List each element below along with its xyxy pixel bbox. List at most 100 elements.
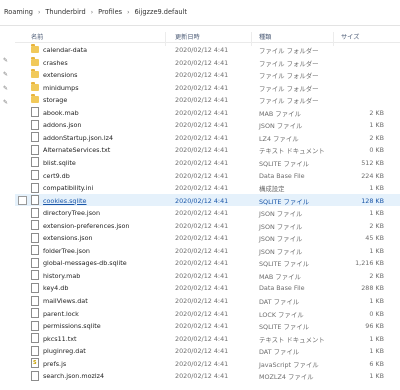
file-type: ファイル フォルダー [259, 47, 319, 55]
file-row[interactable]: directoryTree.json 2020/02/12 4:41 JSON ファ… [15, 206, 400, 219]
row-checkbox[interactable] [18, 195, 27, 205]
file-size: 0 KB [369, 309, 384, 318]
file-row[interactable]: pluginreg.dat 2020/02/12 4:41 DAT ファイル 1 KB [15, 344, 400, 357]
file-name: crashes [43, 58, 68, 67]
file-size: 2 KB [369, 271, 384, 280]
file-size: 128 KB [361, 196, 384, 205]
file-name: search.json.mozlz4 [43, 372, 105, 381]
file-name: mailViews.dat [43, 297, 88, 305]
column-header-size[interactable]: サイズ [341, 32, 359, 41]
folder-icon [31, 56, 39, 66]
file-size: 2 KB [369, 221, 384, 230]
breadcrumb: Roaming › Thunderbird › Profiles › 6ijgzze9.de… [4, 8, 187, 16]
file-date: 2020/02/12 4:41 [175, 246, 229, 255]
file-size: 512 KB [361, 158, 384, 167]
file-type: ファイル フォルダー [259, 84, 319, 93]
file-row[interactable]: cookies.sqlite 2020/02/12 4:41 SQLITE ファイル… [15, 193, 400, 207]
column-header-type[interactable]: 種類 [259, 32, 271, 41]
file-row[interactable]: crashes 2020/02/12 4:41 ファイル フォルダー [15, 56, 400, 69]
file-icon [31, 144, 39, 155]
file-row[interactable]: addons.json 2020/02/12 4:41 JSON ファイル 1 KB [15, 118, 400, 131]
breadcrumb-separator-icon: › [37, 9, 41, 16]
column-header-date[interactable]: 更新日時 [175, 32, 200, 41]
pin-icon: ✎ [3, 57, 9, 64]
file-row[interactable]: extensions 2020/02/12 4:41 ファイル フォルダー [15, 68, 400, 81]
file-icon [31, 295, 39, 306]
javascript-file-icon [31, 358, 39, 369]
pin-icon: ✎ [3, 71, 9, 78]
file-row[interactable]: extensions.json 2020/02/12 4:41 JSON ファイル 4… [15, 231, 400, 244]
file-date: 2020/02/12 4:41 [175, 184, 229, 193]
file-row[interactable]: storage 2020/02/12 4:41 ファイル フォルダー [15, 93, 400, 106]
breadcrumb-item-profiles[interactable]: Profiles [98, 8, 122, 16]
file-row[interactable]: calendar-data 2020/02/12 4:41 ファイル フォルダー [15, 43, 400, 56]
file-date: 2020/02/12 4:41 [175, 297, 229, 305]
file-name: pluginreg.dat [43, 347, 86, 356]
file-name: storage [43, 96, 68, 105]
file-row[interactable]: search.json.mozlz4 2020/02/12 4:41 MOZLZ4 … [15, 369, 400, 382]
breadcrumb-item-thunderbird[interactable]: Thunderbird [45, 8, 85, 16]
file-name: extension-preferences.json [43, 221, 130, 230]
file-name: prefs.js [43, 359, 67, 368]
file-row[interactable]: key4.db 2020/02/12 4:41 Data Base File 288 … [15, 281, 400, 294]
navigation-pane: ✎ ✎ ✎ ✎ [0, 26, 14, 390]
file-size: 224 KB [361, 171, 384, 180]
file-row[interactable]: minidumps 2020/02/12 4:41 ファイル フォルダー [15, 81, 400, 94]
file-row[interactable]: parent.lock 2020/02/12 4:41 LOCK ファイル 0 KB [15, 307, 400, 320]
file-row[interactable]: pkcs11.txt 2020/02/12 4:41 テキスト ドキュメント 1 KB [15, 332, 400, 345]
file-size: 1 KB [369, 184, 384, 193]
file-type: JavaScript ファイル [259, 360, 319, 369]
column-header-name[interactable]: 名前 [31, 32, 43, 41]
file-date: 2020/02/12 4:41 [175, 58, 229, 67]
file-type: ファイル フォルダー [259, 72, 319, 81]
file-size: 1 KB [369, 121, 384, 130]
file-type: Data Base File [259, 284, 305, 293]
file-icon [31, 195, 39, 206]
file-name: abook.mab [43, 108, 79, 117]
folder-icon [31, 44, 39, 53]
breadcrumb-item-profile-folder[interactable]: 6ijgzze9.default [134, 8, 187, 16]
file-icon [31, 107, 39, 118]
file-icon [31, 119, 39, 130]
file-date: 2020/02/12 4:41 [175, 234, 229, 243]
file-date: 2020/02/12 4:41 [175, 96, 229, 105]
file-icon [31, 220, 39, 231]
file-row[interactable]: permissions.sqlite 2020/02/12 4:41 SQLITE … [15, 319, 400, 332]
file-size: 2 KB [369, 133, 384, 142]
file-type: SQLITE ファイル [259, 260, 310, 269]
file-name: cookies.sqlite [43, 196, 87, 205]
file-name: minidumps [43, 83, 79, 92]
file-row[interactable]: prefs.js 2020/02/12 4:41 JavaScript ファイル 6 … [15, 357, 400, 370]
file-row[interactable]: addonStartup.json.lz4 2020/02/12 4:41 LZ4 … [15, 131, 400, 144]
file-row[interactable]: blist.sqlite 2020/02/12 4:41 SQLITE ファイル 51… [15, 156, 400, 169]
breadcrumb-separator-icon: › [127, 9, 130, 16]
file-name: extensions.json [43, 234, 93, 243]
breadcrumb-item-roaming[interactable]: Roaming [4, 8, 33, 16]
file-size: 45 KB [365, 234, 384, 243]
file-date: 2020/02/12 4:41 [175, 83, 229, 92]
file-type: JSON ファイル [259, 122, 303, 131]
file-row[interactable]: mailViews.dat 2020/02/12 4:41 DAT ファイル 1 KB [15, 294, 400, 307]
file-name: addons.json [43, 121, 82, 130]
file-icon [31, 232, 39, 243]
file-size: 1 KB [369, 297, 384, 305]
file-name: parent.lock [43, 309, 79, 318]
file-name: extensions [43, 71, 78, 80]
file-row[interactable]: cert9.db 2020/02/12 4:41 Data Base File 224… [15, 169, 400, 182]
file-type: ファイル フォルダー [259, 97, 319, 106]
file-row[interactable]: compatibility.ini 2020/02/12 4:41 構成設定 1 KB [15, 181, 400, 194]
address-bar[interactable]: Roaming › Thunderbird › Profiles › 6ijgzze9.de… [0, 0, 400, 26]
file-name: key4.db [43, 284, 69, 293]
file-name: history.mab [43, 271, 81, 280]
file-row[interactable]: folderTree.json 2020/02/12 4:41 JSON ファイル 1… [15, 244, 400, 257]
file-row[interactable]: global-messages-db.sqlite 2020/02/12 4:41… [15, 256, 400, 269]
file-row[interactable]: abook.mab 2020/02/12 4:41 MAB ファイル 2 KB [15, 106, 400, 119]
file-size: 1 KB [369, 209, 384, 218]
file-date: 2020/02/12 4:41 [175, 158, 229, 167]
file-row[interactable]: history.mab 2020/02/12 4:41 MAB ファイル 2 KB [15, 269, 400, 282]
file-type: JSON ファイル [259, 247, 303, 256]
file-row[interactable]: AlternateServices.txt 2020/02/12 4:41 テキスト… [15, 143, 400, 156]
file-row[interactable]: extension-preferences.json 2020/02/12 4:4… [15, 219, 400, 232]
file-date: 2020/02/12 4:41 [175, 146, 229, 155]
file-size: 6 KB [369, 359, 384, 368]
